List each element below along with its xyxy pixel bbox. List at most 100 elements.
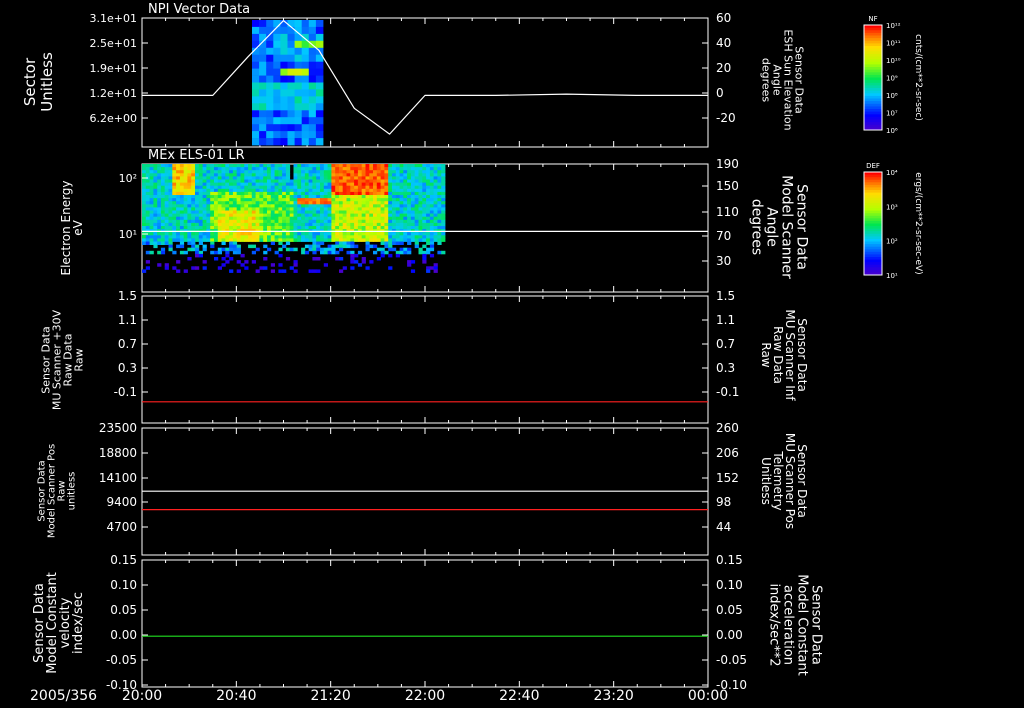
y-tick-label: 0.00 — [110, 628, 137, 642]
spectrogram-cell — [323, 170, 328, 174]
spectrogram-cell — [331, 219, 336, 224]
spectrogram-cell — [183, 269, 188, 273]
spectrogram-cell — [376, 247, 381, 252]
spectrogram-cell — [410, 235, 416, 239]
spectrogram-cell — [403, 170, 408, 174]
heatmap-cell — [294, 61, 303, 69]
spectrogram-cell — [441, 176, 446, 180]
spectrogram-cell — [323, 222, 328, 227]
panel-frame — [141, 295, 709, 424]
y-tick-label-right: 206 — [716, 446, 739, 460]
spectrogram-cell — [361, 176, 366, 180]
spectrogram-cell — [392, 167, 397, 171]
y-tick-label: 0.10 — [110, 578, 137, 592]
spectrogram-cell — [149, 204, 154, 208]
spectrogram-cell — [206, 219, 211, 224]
spectrogram-cell — [160, 195, 166, 199]
spectrogram-cell — [320, 226, 325, 230]
spectrogram-cell — [270, 182, 275, 187]
spectrogram-cell — [172, 167, 177, 171]
spectrogram-cell — [183, 188, 188, 193]
heatmap-cell — [280, 40, 288, 49]
spectrogram-cell — [376, 222, 381, 227]
spectrogram-cell — [248, 179, 253, 183]
spectrogram-cell — [289, 188, 294, 193]
spectrogram-cell — [217, 247, 222, 252]
spectrogram-cell — [335, 198, 340, 202]
spectrogram-cell — [179, 222, 185, 227]
spectrogram-cell — [168, 219, 173, 224]
spectrogram-cell — [149, 191, 154, 196]
spectrogram-cell — [210, 222, 215, 227]
spectrogram-cell — [422, 244, 427, 249]
spectrogram-cell — [361, 257, 366, 261]
spectrogram-cell — [210, 170, 215, 174]
axis-label-group: Sensor DataModel ScannerAngledegrees — [749, 175, 810, 279]
spectrogram-cell — [301, 238, 306, 242]
spectrogram-cell — [369, 182, 374, 187]
spectrogram-cell — [157, 204, 162, 208]
spectrogram-cell — [441, 170, 446, 174]
spectrogram-cell — [217, 207, 222, 211]
spectrogram-cell — [354, 213, 359, 218]
spectrogram-cell — [183, 179, 188, 183]
spectrogram-cell — [304, 191, 310, 196]
spectrogram-cell — [195, 207, 200, 211]
spectrogram-cell — [176, 260, 181, 264]
spectrogram-cell — [285, 188, 291, 193]
spectrogram-cell — [357, 232, 363, 236]
spectrogram-cell — [308, 198, 313, 202]
axis-label-group: Sensor DataModel Constantvelocityindex/s… — [32, 572, 86, 674]
spectrogram-cell — [282, 210, 287, 214]
spectrogram-cell — [221, 219, 226, 224]
spectrogram-cell — [160, 191, 166, 196]
spectrogram-cell — [399, 210, 404, 214]
spectrogram-cell — [369, 244, 374, 249]
spectrogram-cell — [403, 173, 408, 177]
spectrogram-cell — [426, 179, 431, 183]
heatmap-cell — [294, 40, 303, 49]
spectrogram-cell — [278, 195, 283, 199]
spectrogram-cell — [373, 164, 378, 168]
spectrogram-cell — [274, 250, 279, 255]
heatmap-cell — [308, 26, 317, 35]
spectrogram-cell — [433, 232, 438, 236]
spectrogram-cell — [308, 226, 313, 230]
spectrogram-cell — [418, 226, 423, 230]
spectrogram-cell — [350, 170, 355, 174]
spectrogram-cell — [369, 207, 374, 211]
spectrogram-cell — [365, 185, 370, 190]
spectrogram-cell — [285, 219, 291, 224]
spectrogram-cell — [198, 250, 203, 255]
spectrogram-cell — [437, 241, 442, 245]
spectrogram-cell — [214, 198, 219, 202]
spectrogram-cell — [195, 238, 200, 242]
spectrogram-cell — [320, 235, 325, 239]
spectrogram-cell — [191, 167, 196, 171]
spectrogram-cell — [172, 176, 177, 180]
spectrogram-cell — [206, 195, 211, 199]
spectrogram-cell — [248, 244, 253, 249]
spectrogram-cell — [312, 173, 317, 177]
spectrogram-cell — [229, 235, 234, 239]
spectrogram-cell — [418, 173, 423, 177]
spectrogram-cell — [418, 247, 423, 252]
heatmap-cell — [266, 47, 274, 56]
spectrogram-cell — [278, 164, 283, 168]
spectrogram-cell — [214, 219, 219, 224]
spectrogram-cell — [399, 247, 404, 252]
spectrogram-cell — [369, 204, 374, 208]
spectrogram-cell — [168, 173, 173, 177]
spectrogram-cell — [327, 167, 332, 171]
spectrogram-cell — [354, 179, 359, 183]
spectrogram-cell — [297, 179, 302, 183]
spectrogram-cell — [270, 173, 275, 177]
axis-label: Sensor Data — [794, 184, 810, 270]
y-tick-label-right: -20 — [716, 111, 736, 125]
spectrogram-cell — [429, 266, 435, 270]
colorbar-tick: 10¹⁰ — [886, 57, 901, 65]
y-tick-label: 1.1 — [118, 313, 137, 327]
spectrogram-cell — [426, 188, 431, 193]
heatmap-cell — [259, 124, 267, 132]
spectrogram-cell — [145, 250, 150, 255]
